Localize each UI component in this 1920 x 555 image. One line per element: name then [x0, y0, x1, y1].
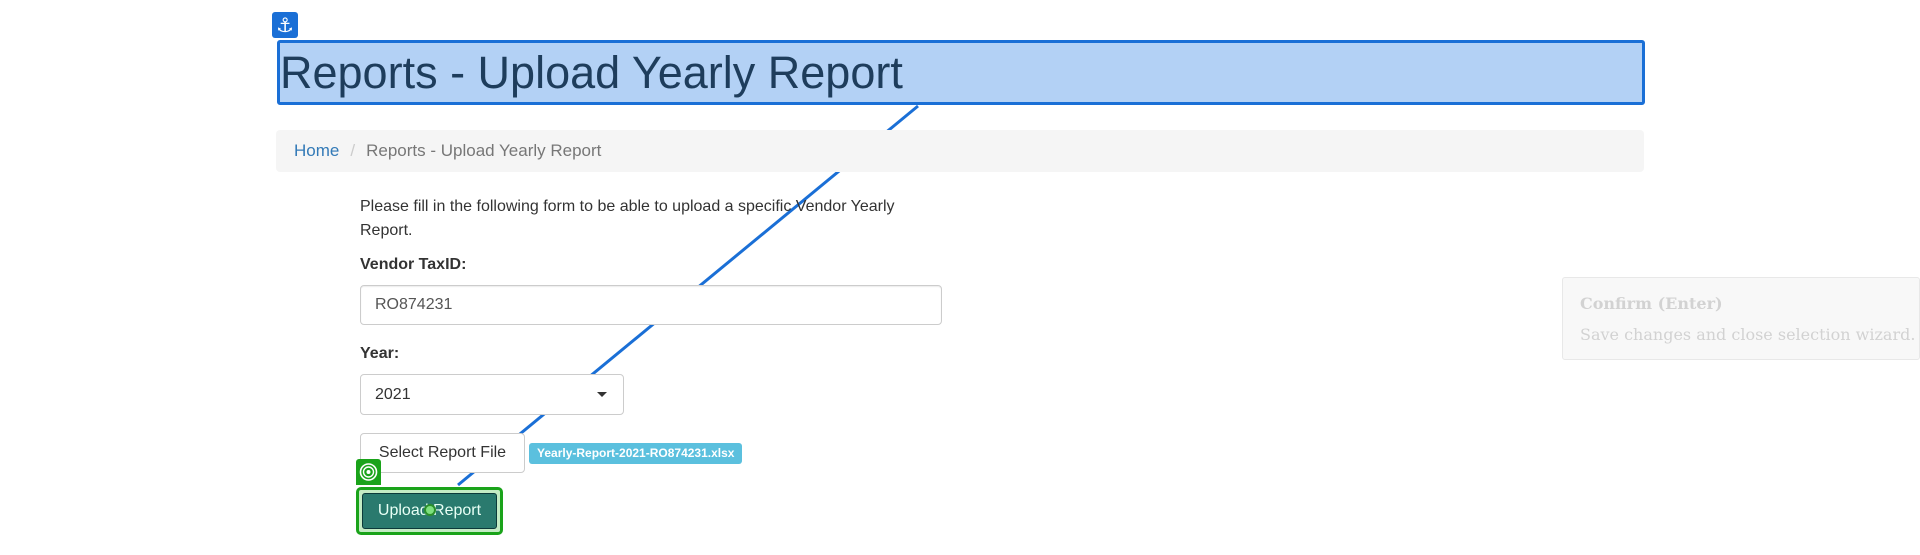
target-icon — [356, 459, 381, 485]
chevron-down-icon — [597, 392, 607, 397]
selected-file-badge: Yearly-Report-2021-RO874231.xlsx — [529, 443, 743, 464]
breadcrumb-current: Reports - Upload Yearly Report — [366, 141, 602, 160]
select-report-file-button[interactable]: Select Report File — [360, 433, 525, 473]
tooltip-title: Confirm (Enter) — [1580, 294, 1723, 313]
cursor-click-marker — [424, 504, 436, 516]
confirm-tooltip: Confirm (Enter) Save changes and close s… — [1562, 277, 1920, 360]
breadcrumb-separator: / — [350, 141, 356, 160]
year-label: Year: — [360, 345, 400, 362]
tooltip-description: Save changes and close selection wizard. — [1580, 325, 1916, 344]
breadcrumb-home-link[interactable]: Home — [294, 141, 339, 160]
page-title: Reports - Upload Yearly Report — [280, 47, 903, 98]
year-select-value: 2021 — [375, 386, 411, 403]
page-title-highlight: Reports - Upload Yearly Report — [277, 40, 1645, 105]
vendor-taxid-label: Vendor TaxID: — [360, 256, 467, 273]
anchor-icon: ⚓ — [272, 12, 298, 38]
breadcrumb: Home / Reports - Upload Yearly Report — [276, 130, 1644, 172]
year-select[interactable]: 2021 — [360, 374, 624, 415]
vendor-taxid-input[interactable] — [360, 285, 942, 325]
form-intro-text: Please fill in the following form to be … — [360, 198, 895, 239]
